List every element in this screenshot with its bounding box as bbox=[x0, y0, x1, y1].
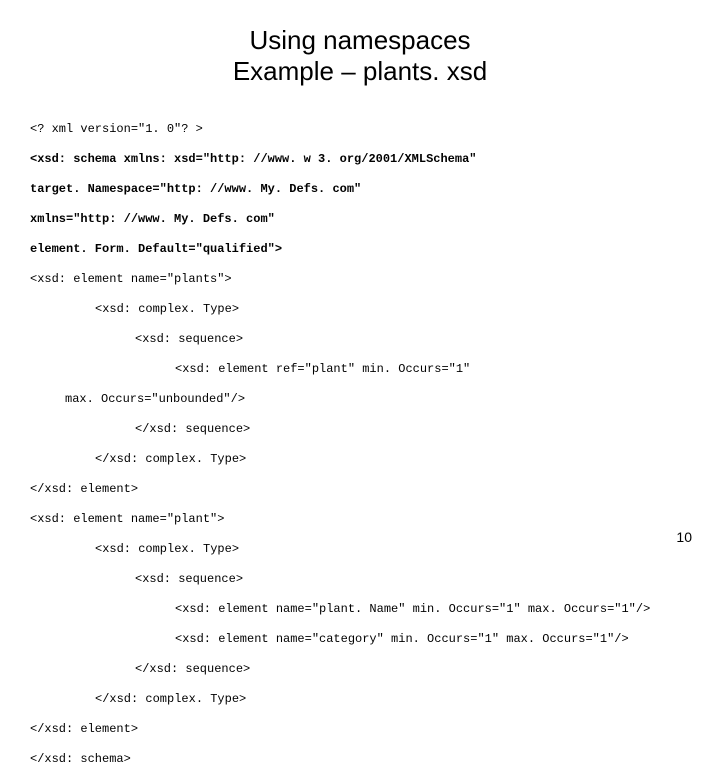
code-line: <xsd: element name="category" min. Occur… bbox=[30, 632, 690, 647]
code-line: target. Namespace="http: //www. My. Defs… bbox=[30, 182, 690, 197]
code-line: <? xml version="1. 0"? > bbox=[30, 122, 690, 137]
code-line: element. Form. Default="qualified"> bbox=[30, 242, 690, 257]
page-number: 10 bbox=[676, 529, 692, 545]
code-line: max. Occurs="unbounded"/> bbox=[30, 392, 690, 407]
slide-title: Using namespaces Example – plants. xsd bbox=[0, 25, 720, 87]
title-line-1: Using namespaces bbox=[0, 25, 720, 56]
code-line: </xsd: complex. Type> bbox=[30, 452, 690, 467]
code-block: <? xml version="1. 0"? > <xsd: schema xm… bbox=[30, 107, 690, 782]
code-line: </xsd: element> bbox=[30, 722, 690, 737]
code-line: xmlns="http: //www. My. Defs. com" bbox=[30, 212, 690, 227]
code-line: <xsd: sequence> bbox=[30, 332, 690, 347]
code-line: </xsd: element> bbox=[30, 482, 690, 497]
code-line: <xsd: element name="plant. Name" min. Oc… bbox=[30, 602, 690, 617]
code-line: <xsd: element ref="plant" min. Occurs="1… bbox=[30, 362, 690, 377]
code-line: <xsd: complex. Type> bbox=[30, 542, 690, 557]
code-line: <xsd: complex. Type> bbox=[30, 302, 690, 317]
code-line: <xsd: schema xmlns: xsd="http: //www. w … bbox=[30, 152, 690, 167]
code-line: <xsd: element name="plant"> bbox=[30, 512, 690, 527]
code-line: </xsd: schema> bbox=[30, 752, 690, 767]
code-line: </xsd: complex. Type> bbox=[30, 692, 690, 707]
code-line: <xsd: sequence> bbox=[30, 572, 690, 587]
code-line: <xsd: element name="plants"> bbox=[30, 272, 690, 287]
title-line-2: Example – plants. xsd bbox=[0, 56, 720, 87]
code-line: </xsd: sequence> bbox=[30, 422, 690, 437]
code-line: </xsd: sequence> bbox=[30, 662, 690, 677]
